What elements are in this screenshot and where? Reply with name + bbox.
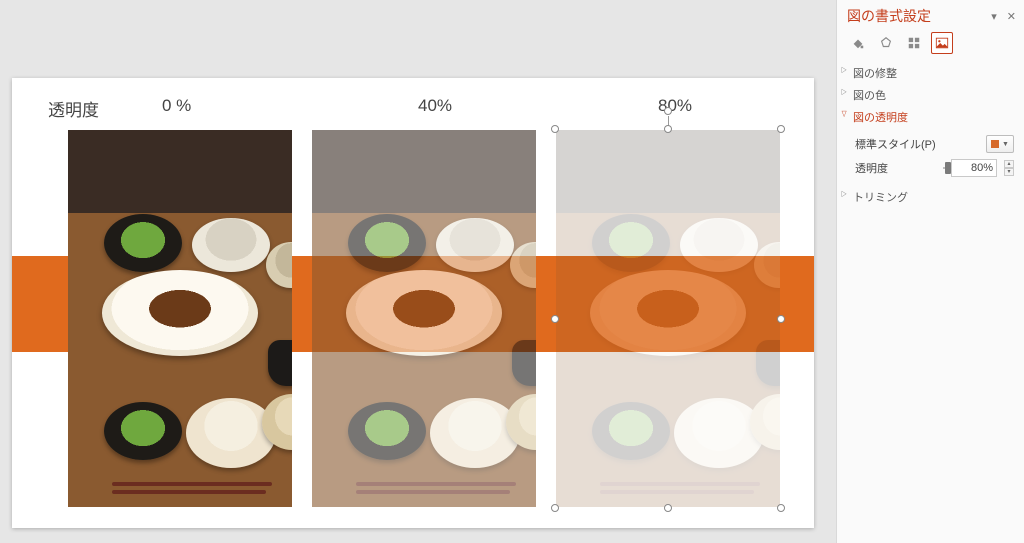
transparency-label: 透明度: [855, 160, 937, 176]
fill-line-tab[interactable]: [847, 32, 869, 54]
photo-content: [68, 130, 292, 507]
picture-tab[interactable]: [931, 32, 953, 54]
resize-handle-n[interactable]: [664, 125, 672, 133]
sample-image-0pct[interactable]: [68, 130, 292, 507]
pane-category-tabs: [837, 28, 1024, 62]
effects-tab[interactable]: [875, 32, 897, 54]
editing-canvas[interactable]: 透明度 0 % 40% 80%: [0, 0, 836, 543]
resize-handle-e[interactable]: [777, 315, 785, 323]
preset-swatch-icon: [991, 140, 999, 148]
resize-handle-se[interactable]: [777, 504, 785, 512]
transparency-row: 透明度 80% ▴ ▾: [855, 156, 1014, 180]
label-40pct: 40%: [418, 96, 452, 116]
section-picture-color[interactable]: 図の色: [847, 84, 1014, 106]
section-picture-corrections[interactable]: 図の修整: [847, 62, 1014, 84]
pane-title: 図の書式設定: [847, 6, 931, 26]
size-properties-tab[interactable]: [903, 32, 925, 54]
section-picture-transparency[interactable]: 図の透明度: [847, 106, 1014, 128]
transparency-presets-button[interactable]: ▼: [986, 135, 1014, 153]
sample-image-40pct[interactable]: [312, 130, 536, 507]
label-row: 透明度 0 % 40% 80%: [12, 96, 814, 126]
transparency-title-text: 透明度: [48, 96, 99, 121]
transparency-value-input[interactable]: 80%: [951, 159, 997, 177]
chevron-down-icon: ▼: [1002, 141, 1009, 148]
pentagon-icon: [879, 36, 893, 50]
pane-header: 図の書式設定 ▾ ✕: [837, 0, 1024, 28]
transparency-slider[interactable]: [943, 161, 945, 175]
transparency-section-body: 標準スタイル(P) ▼ 透明度 80% ▴ ▾: [847, 128, 1014, 186]
section-crop[interactable]: トリミング: [847, 186, 1014, 208]
photo-content: [312, 130, 536, 507]
pane-body: 図の修整 図の色 図の透明度 標準スタイル(P) ▼ 透明度 80%: [837, 62, 1024, 208]
picture-icon: [935, 36, 949, 50]
transparency-spinner: ▴ ▾: [1004, 160, 1014, 176]
format-picture-pane: 図の書式設定 ▾ ✕ 図の修整 図の色 図の透明度 標準スタイル(P): [836, 0, 1024, 543]
preset-label: 標準スタイル(P): [855, 136, 937, 152]
slider-thumb[interactable]: [945, 162, 951, 174]
selection-frame[interactable]: [554, 128, 782, 509]
resize-handle-nw[interactable]: [551, 125, 559, 133]
paint-bucket-icon: [851, 36, 865, 50]
spinner-up[interactable]: ▴: [1004, 160, 1014, 168]
resize-handle-ne[interactable]: [777, 125, 785, 133]
resize-handle-w[interactable]: [551, 315, 559, 323]
preset-row: 標準スタイル(P) ▼: [855, 132, 1014, 156]
pane-options-dropdown[interactable]: ▾: [991, 10, 997, 23]
rotate-handle[interactable]: [664, 107, 672, 115]
size-grid-icon: [907, 36, 921, 50]
label-0pct: 0 %: [162, 96, 191, 116]
label-80pct: 80%: [658, 96, 692, 116]
resize-handle-s[interactable]: [664, 504, 672, 512]
resize-handle-sw[interactable]: [551, 504, 559, 512]
spinner-down[interactable]: ▾: [1004, 168, 1014, 176]
pane-close-button[interactable]: ✕: [1007, 10, 1016, 23]
slide[interactable]: 透明度 0 % 40% 80%: [12, 78, 814, 528]
